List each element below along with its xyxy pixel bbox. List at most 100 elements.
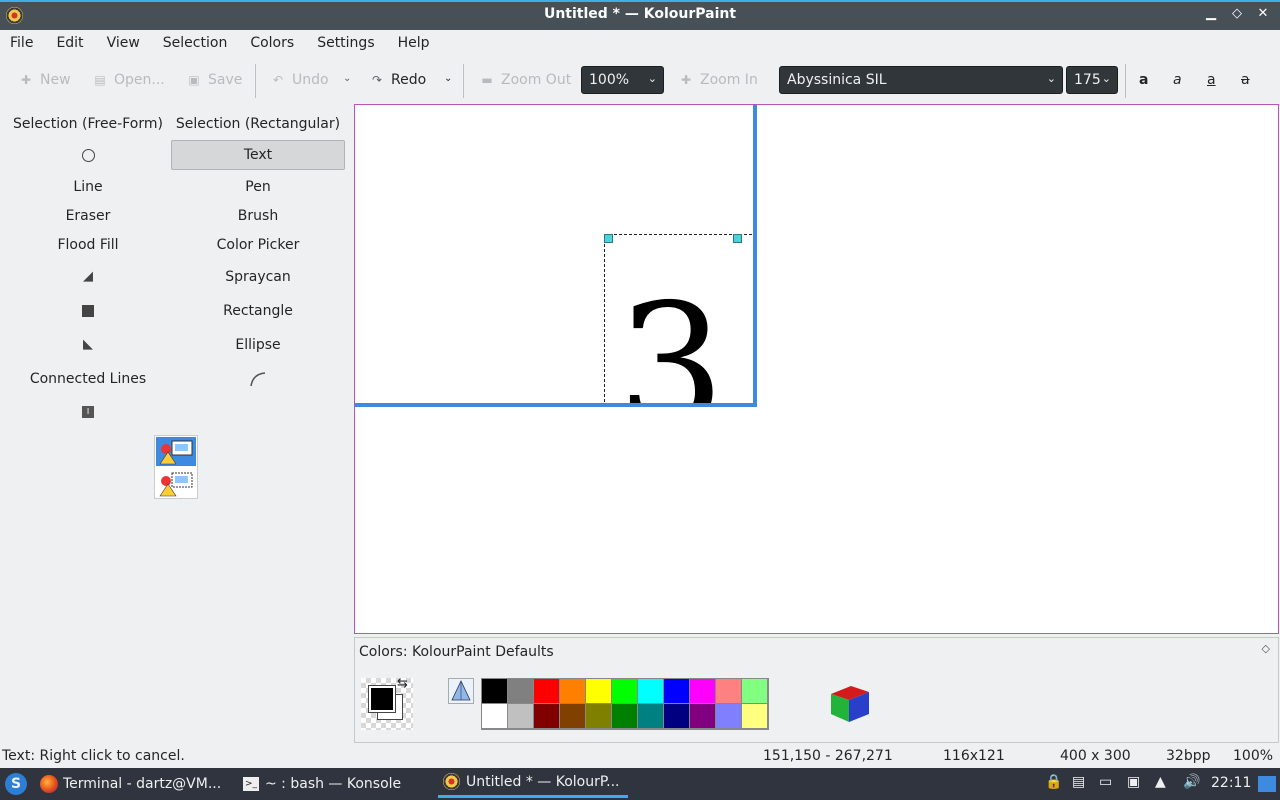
- document-canvas[interactable]: 3: [355, 105, 757, 407]
- undo-dropdown-icon[interactable]: ⌄: [343, 73, 351, 84]
- tool-flood-fill[interactable]: Flood Fill: [1, 230, 175, 260]
- status-message: Text: Right click to cancel.: [2, 748, 185, 764]
- italic-icon[interactable]: a: [1173, 72, 1182, 88]
- color-cell[interactable]: [560, 679, 586, 704]
- font-size-combo[interactable]: 175 ⌄: [1066, 66, 1118, 94]
- menu-settings[interactable]: Settings: [317, 35, 374, 51]
- tool-eraser[interactable]: Eraser: [1, 201, 175, 231]
- color-cell[interactable]: [586, 704, 612, 729]
- resize-handle[interactable]: [733, 234, 742, 243]
- menu-edit[interactable]: Edit: [56, 35, 83, 51]
- tool-color-eraser[interactable]: ◢: [1, 262, 175, 292]
- foreground-background-swatch[interactable]: ⇆: [361, 676, 413, 730]
- menu-colors[interactable]: Colors: [250, 35, 294, 51]
- tool-ellipse-selection[interactable]: [1, 140, 175, 170]
- color-cell[interactable]: [508, 704, 534, 729]
- zoom-out-button[interactable]: ▬ Zoom Out: [481, 68, 571, 92]
- minimize-button[interactable]: ▁: [1204, 6, 1218, 21]
- redo-button[interactable]: ↷ Redo: [371, 68, 426, 92]
- menu-file[interactable]: File: [10, 35, 33, 51]
- color-cell[interactable]: [690, 704, 716, 729]
- tool-pen[interactable]: Pen: [171, 172, 345, 202]
- show-desktop-icon[interactable]: [1258, 776, 1276, 792]
- color-cell[interactable]: [664, 679, 690, 704]
- color-cell[interactable]: [534, 679, 560, 704]
- color-cube-icon[interactable]: [829, 682, 871, 724]
- underline-icon[interactable]: a: [1207, 72, 1216, 88]
- color-cell[interactable]: [664, 704, 690, 729]
- color-cell[interactable]: [716, 679, 742, 704]
- task-konsole[interactable]: >_ ~ : bash — Konsole: [243, 768, 401, 800]
- notifications-icon[interactable]: ▣: [1127, 774, 1140, 790]
- tool-ellipse[interactable]: Ellipse: [171, 330, 345, 360]
- float-panel-icon[interactable]: ◇: [1262, 642, 1270, 655]
- color-cell[interactable]: [638, 679, 664, 704]
- opaque-background-option[interactable]: [156, 437, 196, 466]
- tool-polygon[interactable]: [1, 296, 175, 326]
- tool-selection-rectangular[interactable]: Selection (Rectangular): [171, 109, 345, 139]
- opaque-shapes-icon: [159, 440, 193, 465]
- transparent-color-cell[interactable]: [448, 678, 474, 704]
- tool-brush[interactable]: Brush: [171, 201, 345, 231]
- color-cell[interactable]: [690, 679, 716, 704]
- color-cell[interactable]: [612, 704, 638, 729]
- tool-connected-lines[interactable]: Connected Lines: [1, 364, 175, 394]
- transparent-background-option[interactable]: [156, 469, 196, 498]
- menu-help[interactable]: Help: [398, 35, 430, 51]
- color-cell[interactable]: [508, 679, 534, 704]
- color-cell[interactable]: [560, 704, 586, 729]
- restore-button[interactable]: ◇: [1230, 6, 1244, 21]
- foreground-color[interactable]: [368, 685, 396, 713]
- undo-button[interactable]: ↶ Undo: [272, 68, 329, 92]
- resize-handle[interactable]: [604, 234, 613, 243]
- status-color-depth: 32bpp: [1166, 748, 1211, 764]
- tool-selection-free-form[interactable]: Selection (Free-Form): [1, 109, 175, 139]
- tool-rectangle[interactable]: Rectangle: [171, 296, 345, 326]
- color-cell[interactable]: [742, 704, 768, 729]
- tool-curve[interactable]: [171, 364, 345, 394]
- color-cell[interactable]: [612, 679, 638, 704]
- lock-icon[interactable]: 🔒: [1045, 774, 1062, 790]
- color-cell[interactable]: [586, 679, 612, 704]
- rounded-rectangle-icon: ◣: [83, 337, 93, 352]
- tool-color-picker[interactable]: Color Picker: [171, 230, 345, 260]
- canvas-scroll-area[interactable]: 3: [354, 104, 1279, 634]
- status-selection-size: 116x121: [943, 748, 1005, 764]
- open-button[interactable]: ▤ Open...: [94, 68, 164, 92]
- tool-line[interactable]: Line: [1, 172, 175, 202]
- status-image-size: 400 x 300: [1060, 748, 1131, 764]
- tool-rounded-rectangle[interactable]: ◣: [1, 330, 175, 360]
- tool-mode-option[interactable]: I: [1, 397, 175, 427]
- color-cell[interactable]: [716, 704, 742, 729]
- color-cell[interactable]: [482, 704, 508, 729]
- strikethrough-icon[interactable]: a: [1241, 72, 1250, 88]
- font-family-combo[interactable]: Abyssinica SIL ⌄: [779, 66, 1063, 94]
- task-terminal[interactable]: Terminal - dartz@VM...: [40, 768, 221, 800]
- new-button[interactable]: ✚ New: [20, 68, 71, 92]
- swap-colors-icon[interactable]: ⇆: [397, 676, 408, 691]
- bold-icon[interactable]: a: [1139, 72, 1148, 88]
- updates-icon[interactable]: ▲: [1155, 774, 1166, 790]
- chevron-down-icon: ⌄: [647, 72, 657, 85]
- tool-spraycan[interactable]: Spraycan: [171, 262, 345, 292]
- color-cell[interactable]: [534, 704, 560, 729]
- redo-dropdown-icon[interactable]: ⌄: [444, 73, 452, 84]
- toolbar-separator: [255, 64, 256, 98]
- application-launcher-icon[interactable]: S: [5, 773, 27, 795]
- close-button[interactable]: ✕: [1256, 6, 1270, 21]
- clock[interactable]: 22:11: [1211, 775, 1251, 791]
- tool-text[interactable]: Text: [171, 140, 345, 170]
- menu-view[interactable]: View: [107, 35, 140, 51]
- volume-icon[interactable]: 🔊: [1183, 774, 1200, 790]
- zoom-combo[interactable]: 100% ⌄: [581, 66, 664, 94]
- clipboard-icon[interactable]: ▤: [1072, 774, 1085, 790]
- zoom-in-button[interactable]: ✚ Zoom In: [680, 68, 758, 92]
- color-cell[interactable]: [482, 679, 508, 704]
- task-kolourpaint[interactable]: Untitled * — KolourP...: [438, 768, 628, 798]
- save-button[interactable]: ▣ Save: [188, 68, 242, 92]
- color-cell[interactable]: [742, 679, 768, 704]
- open-folder-icon: ▤: [94, 73, 106, 87]
- menu-selection[interactable]: Selection: [163, 35, 228, 51]
- color-cell[interactable]: [638, 704, 664, 729]
- network-icon[interactable]: ▭: [1099, 774, 1112, 790]
